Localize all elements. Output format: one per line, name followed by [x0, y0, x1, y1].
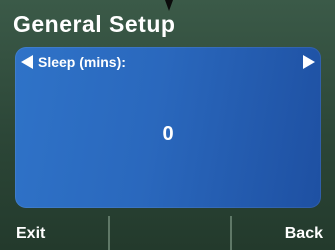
device-screen: General Setup Sleep (mins): 0 Exit Back [0, 0, 335, 250]
screen-title: General Setup [13, 11, 176, 37]
right-arrow-icon[interactable] [303, 55, 315, 69]
setting-label: Sleep (mins): [38, 54, 126, 70]
softkey-bar: Exit Back [0, 216, 335, 250]
back-softkey[interactable]: Back [285, 226, 323, 242]
softkey-divider [230, 216, 232, 250]
left-arrow-icon[interactable] [21, 55, 33, 69]
softkey-divider [108, 216, 110, 250]
top-notch-indicator [165, 0, 173, 11]
exit-softkey[interactable]: Exit [16, 226, 45, 242]
setting-value[interactable]: 0 [15, 124, 321, 144]
setting-panel: Sleep (mins): 0 [15, 47, 321, 208]
